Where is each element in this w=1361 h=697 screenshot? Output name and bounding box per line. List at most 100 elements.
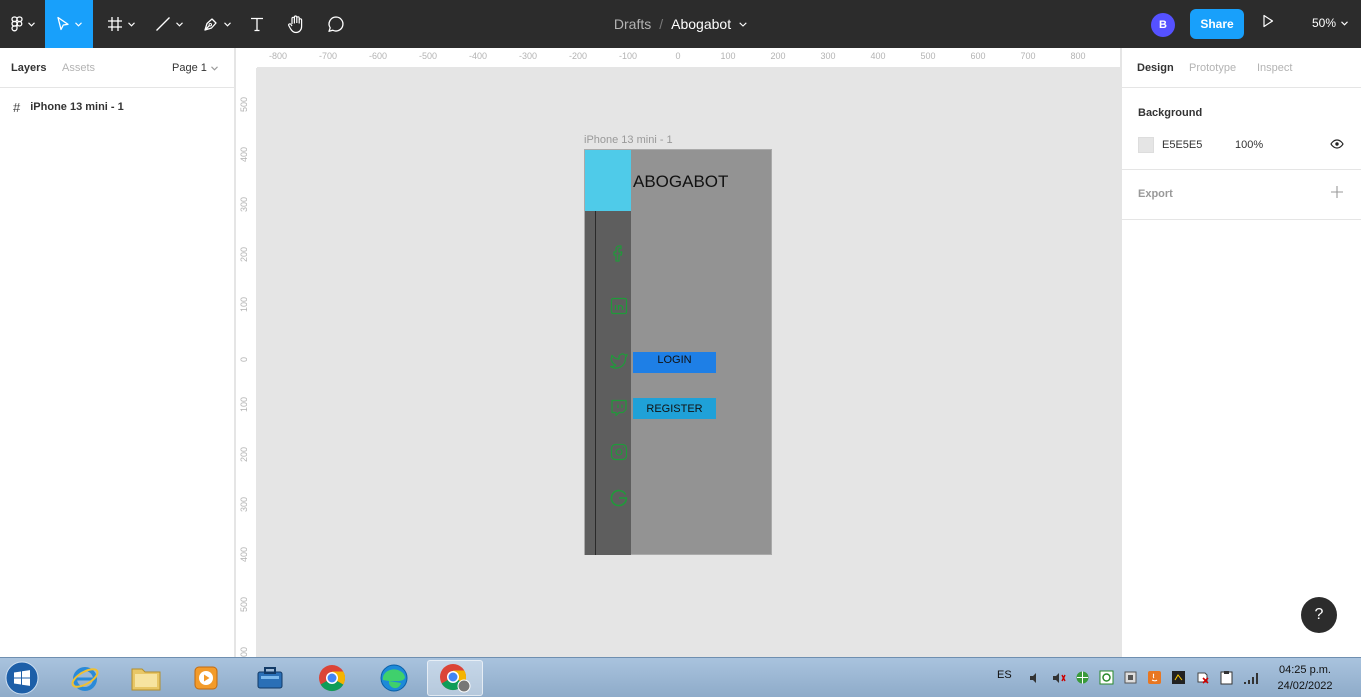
language-indicator[interactable]: ES	[997, 669, 1012, 681]
ruler-tick-label: 600	[239, 646, 249, 657]
action-center-icon[interactable]	[1194, 669, 1211, 686]
frame-hash-icon: #	[13, 99, 21, 115]
background-opacity-field[interactable]: 100%	[1235, 139, 1263, 151]
breadcrumb-drafts-link[interactable]: Drafts	[614, 16, 651, 32]
login-button[interactable]: LOGIN	[633, 352, 716, 373]
avatar[interactable]: B	[1151, 13, 1175, 37]
chevron-down-icon	[176, 21, 183, 27]
facebook-icon[interactable]	[609, 243, 629, 263]
export-title: Export	[1138, 188, 1173, 200]
move-tool-button[interactable]	[45, 0, 93, 48]
ruler-tick-label: -100	[618, 51, 638, 61]
cursor-arrow-icon	[57, 16, 69, 31]
chevron-down-icon	[27, 21, 35, 27]
taskbar-media-player[interactable]	[178, 660, 234, 696]
canvas[interactable]: iPhone 13 mini - 1 ABOGABOT LOGIN REGIST…	[257, 68, 1120, 657]
clock-date: 24/02/2022	[1277, 680, 1333, 692]
file-name-title[interactable]: Abogabot	[671, 16, 731, 32]
tab-prototype[interactable]: Prototype	[1189, 62, 1236, 74]
tab-layers[interactable]: Layers	[11, 62, 46, 74]
taskbar-file-explorer[interactable]	[118, 660, 174, 696]
layer-item[interactable]: # iPhone 13 mini - 1	[0, 95, 234, 119]
background-color-swatch[interactable]	[1138, 137, 1154, 153]
device-manager-icon[interactable]	[1122, 669, 1139, 686]
java-update-icon[interactable]	[1146, 669, 1163, 686]
chevron-down-icon	[224, 21, 231, 27]
chrome-profile-icon	[440, 664, 471, 693]
background-section: Background E5E5E5 100%	[1122, 88, 1361, 170]
zoom-dropdown[interactable]: 50%	[1312, 16, 1348, 30]
left-panel-tabs: Layers Assets Page 1	[0, 48, 234, 88]
ruler-tick-label: 300	[820, 51, 836, 61]
frame-label[interactable]: iPhone 13 mini - 1	[584, 134, 673, 146]
plus-icon[interactable]	[1330, 185, 1344, 199]
share-button[interactable]: Share	[1190, 9, 1244, 39]
ruler-tick-label: 200	[770, 51, 786, 61]
ruler-tick-label: 300	[239, 196, 249, 212]
taskbar-toolbox[interactable]	[242, 660, 298, 696]
ruler-tick-label: 400	[239, 546, 249, 562]
instagram-icon[interactable]	[609, 442, 629, 462]
comment-tool-button[interactable]	[322, 0, 350, 48]
taskbar-edge[interactable]	[366, 660, 422, 696]
top-toolbar: Drafts / Abogabot B Share 50%	[0, 0, 1361, 48]
linkedin-icon[interactable]	[609, 296, 629, 316]
help-button[interactable]: ?	[1301, 597, 1337, 633]
play-icon	[1263, 14, 1274, 28]
background-hex-field[interactable]: E5E5E5	[1162, 139, 1202, 151]
app-tray-icon[interactable]	[1170, 669, 1187, 686]
chevron-down-icon[interactable]	[739, 21, 747, 27]
start-button[interactable]	[3, 660, 41, 696]
windows-taskbar: ES 04:25 p.m. 24/02/2022	[0, 657, 1361, 697]
ruler-tick-label: 600	[970, 51, 986, 61]
main-menu-button[interactable]	[0, 0, 45, 48]
background-title: Background	[1138, 107, 1203, 119]
hand-tool-button[interactable]	[282, 0, 310, 48]
pen-icon	[204, 18, 217, 31]
twitch-icon[interactable]	[609, 398, 629, 418]
google-icon[interactable]	[609, 487, 629, 507]
windows-logo-icon	[5, 661, 39, 695]
system-clock[interactable]: 04:25 p.m. 24/02/2022	[1270, 662, 1340, 694]
ruler-tick-label: 200	[239, 446, 249, 462]
layer-item-label: iPhone 13 mini - 1	[30, 101, 124, 113]
edge-icon	[380, 664, 408, 692]
clipboard-icon[interactable]	[1218, 669, 1235, 686]
sidebar-block[interactable]	[585, 211, 631, 555]
volume-icon[interactable]	[1050, 669, 1067, 686]
chevron-down-icon	[128, 21, 135, 27]
network-globe-icon[interactable]	[1074, 669, 1091, 686]
twitter-icon[interactable]	[609, 350, 629, 370]
iphone-frame[interactable]: ABOGABOT LOGIN REGISTER	[584, 149, 772, 555]
ruler-tick-label: 700	[1020, 51, 1036, 61]
signal-bars-icon[interactable]	[1242, 669, 1259, 686]
line-tool-button[interactable]	[148, 0, 190, 48]
tab-design[interactable]: Design	[1137, 62, 1174, 74]
present-button[interactable]	[1262, 14, 1274, 33]
taskbar-chrome-profile[interactable]	[427, 660, 483, 696]
taskbar-internet-explorer[interactable]	[57, 660, 113, 696]
zoom-level: 50%	[1312, 16, 1337, 30]
right-panel-tabs: Design Prototype Inspect	[1122, 48, 1361, 88]
pen-tool-button[interactable]	[196, 0, 238, 48]
speaker-muted-icon[interactable]	[1026, 669, 1043, 686]
vertical-ruler: 500 400 300 200 100 0 100 200 300 400 500 600	[236, 68, 257, 657]
sync-icon[interactable]	[1098, 669, 1115, 686]
ruler-tick-label: 0	[239, 356, 249, 362]
header-block[interactable]	[585, 150, 631, 211]
register-button[interactable]: REGISTER	[633, 398, 716, 419]
ruler-tick-label: 500	[920, 51, 936, 61]
page-selector[interactable]: Page 1	[172, 62, 218, 74]
frame-tool-button[interactable]	[100, 0, 142, 48]
comment-bubble-icon	[328, 16, 344, 32]
ruler-tick-label: 200	[239, 246, 249, 262]
text-tool-button[interactable]	[244, 0, 270, 48]
app-title[interactable]: ABOGABOT	[633, 172, 728, 192]
tab-assets[interactable]: Assets	[62, 62, 95, 74]
ruler-tick-label: 0	[675, 51, 681, 61]
taskbar-chrome[interactable]	[304, 660, 360, 696]
eye-icon[interactable]	[1330, 138, 1344, 150]
ruler-tick-label: 400	[239, 146, 249, 162]
tab-inspect[interactable]: Inspect	[1257, 62, 1292, 74]
ruler-tick-label: 100	[239, 296, 249, 312]
